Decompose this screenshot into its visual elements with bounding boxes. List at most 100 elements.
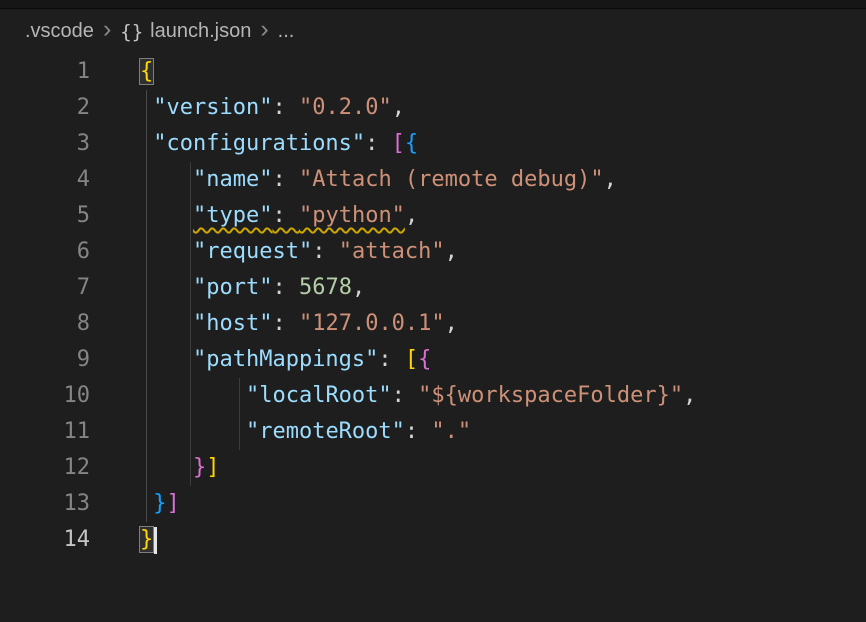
code-line[interactable]: 11 "remoteRoot": "." (0, 414, 866, 450)
line-number: 4 (0, 162, 90, 198)
code-text: "remoteRoot": "." (90, 414, 471, 450)
code-token: "name" (193, 167, 272, 192)
code-text: }] (90, 486, 180, 522)
code-token: , (392, 95, 405, 120)
code-token: } (140, 527, 153, 552)
code-token: "pathMappings" (193, 347, 378, 372)
breadcrumb-file[interactable]: {} launch.json (120, 20, 251, 43)
code-line[interactable]: 9 "pathMappings": [{ (0, 342, 866, 378)
code-lines: 1{2 "version": "0.2.0",3 "configurations… (0, 54, 866, 558)
line-number: 12 (0, 450, 90, 486)
code-token: { (405, 131, 418, 156)
code-text: "localRoot": "${workspaceFolder}", (90, 378, 696, 414)
code-text: "configurations": [{ (90, 126, 418, 162)
code-token: , (683, 383, 696, 408)
code-token: [ (392, 131, 405, 156)
code-text: { (90, 54, 153, 90)
code-token: , (352, 275, 365, 300)
code-token: 5678 (299, 275, 352, 300)
code-line[interactable]: 1{ (0, 54, 866, 90)
line-number: 9 (0, 342, 90, 378)
code-token: } (153, 491, 166, 516)
code-token: "${workspaceFolder}" (418, 383, 683, 408)
code-token: : (272, 95, 299, 120)
line-number: 7 (0, 270, 90, 306)
code-text: "request": "attach", (90, 234, 458, 270)
code-token: , (405, 203, 418, 228)
vscode-editor-window: .vscode › {} launch.json › ... 1{2 "vers… (0, 0, 866, 622)
code-token: "host" (193, 311, 272, 336)
code-token: ] (167, 491, 180, 516)
code-token: ] (206, 455, 219, 480)
line-number: 14 (0, 522, 90, 558)
breadcrumb-file-label: launch.json (150, 20, 251, 43)
code-token: } (193, 455, 206, 480)
code-token: "remoteRoot" (246, 419, 405, 444)
code-line[interactable]: 6 "request": "attach", (0, 234, 866, 270)
code-text: "name": "Attach (remote debug)", (90, 162, 617, 198)
editor[interactable]: 1{2 "version": "0.2.0",3 "configurations… (0, 54, 866, 558)
code-line[interactable]: 8 "host": "127.0.0.1", (0, 306, 866, 342)
line-number: 8 (0, 306, 90, 342)
code-token: : (312, 239, 339, 264)
code-token: { (140, 59, 153, 84)
code-text: "type": "python", (90, 198, 418, 234)
code-token: "request" (193, 239, 312, 264)
code-token: : (378, 347, 405, 372)
line-number: 6 (0, 234, 90, 270)
code-text: "pathMappings": [{ (90, 342, 431, 378)
code-token: "configurations" (153, 131, 365, 156)
code-token: "Attach (remote debug)" (299, 167, 604, 192)
code-token: "127.0.0.1" (299, 311, 445, 336)
code-text: } (90, 522, 157, 558)
code-line[interactable]: 3 "configurations": [{ (0, 126, 866, 162)
code-text: "version": "0.2.0", (90, 90, 405, 126)
code-token: : (405, 419, 432, 444)
code-token: { (418, 347, 431, 372)
code-token: , (604, 167, 617, 192)
line-number: 11 (0, 414, 90, 450)
code-line[interactable]: 4 "name": "Attach (remote debug)", (0, 162, 866, 198)
chevron-right-icon: › (260, 17, 268, 42)
code-token: "type" (193, 203, 272, 228)
code-token: : (272, 275, 299, 300)
json-braces-icon: {} (120, 21, 143, 43)
line-number: 5 (0, 198, 90, 234)
code-token: : (272, 203, 299, 228)
code-line[interactable]: 14} (0, 522, 866, 558)
code-token: , (445, 239, 458, 264)
code-token: [ (405, 347, 418, 372)
breadcrumb: .vscode › {} launch.json › ... (0, 9, 866, 54)
code-token: "port" (193, 275, 272, 300)
code-token: , (445, 311, 458, 336)
code-token: "version" (153, 95, 272, 120)
code-line[interactable]: 12 }] (0, 450, 866, 486)
code-line[interactable]: 10 "localRoot": "${workspaceFolder}", (0, 378, 866, 414)
code-token: : (392, 383, 419, 408)
code-token: "0.2.0" (299, 95, 392, 120)
line-number: 10 (0, 378, 90, 414)
line-number: 13 (0, 486, 90, 522)
breadcrumb-folder[interactable]: .vscode (25, 20, 94, 43)
code-token: : (365, 131, 392, 156)
code-token: : (272, 167, 299, 192)
code-text: }] (90, 450, 219, 486)
code-token: : (272, 311, 299, 336)
code-token: "." (431, 419, 471, 444)
line-number: 2 (0, 90, 90, 126)
tab-bar-edge (0, 0, 866, 9)
code-line[interactable]: 5 "type": "python", (0, 198, 866, 234)
code-line[interactable]: 13 }] (0, 486, 866, 522)
code-line[interactable]: 7 "port": 5678, (0, 270, 866, 306)
code-line[interactable]: 2 "version": "0.2.0", (0, 90, 866, 126)
line-number: 1 (0, 54, 90, 90)
warning-squiggle: "type": "python" (193, 203, 405, 228)
breadcrumb-symbol[interactable]: ... (278, 20, 295, 43)
chevron-right-icon: › (103, 17, 111, 42)
code-token: "attach" (339, 239, 445, 264)
code-text: "port": 5678, (90, 270, 365, 306)
text-cursor (154, 527, 157, 554)
line-number: 3 (0, 126, 90, 162)
code-text: "host": "127.0.0.1", (90, 306, 458, 342)
code-token: "python" (299, 203, 405, 228)
